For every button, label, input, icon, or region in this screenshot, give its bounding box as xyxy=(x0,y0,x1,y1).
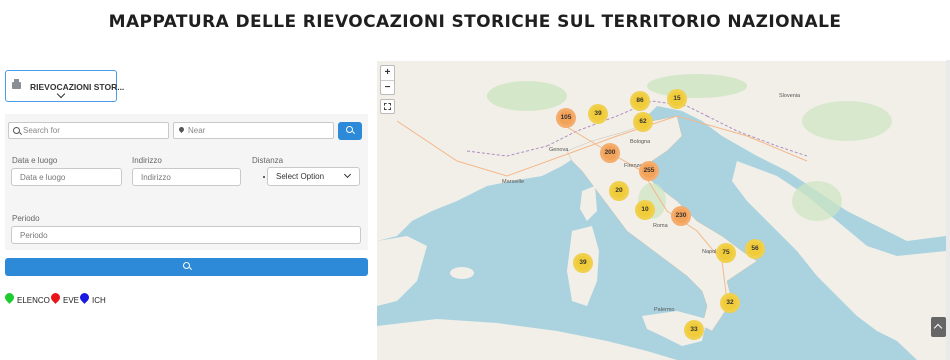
red-marker-icon xyxy=(49,291,62,304)
map-cluster[interactable]: 255 xyxy=(639,161,659,181)
map-tiles xyxy=(377,61,946,360)
map-cluster[interactable]: 20 xyxy=(609,181,629,201)
keyword-search-field[interactable] xyxy=(8,122,169,139)
location-pin-icon xyxy=(177,125,186,134)
keyword-search-input[interactable] xyxy=(23,124,163,137)
period-field[interactable] xyxy=(11,226,361,244)
fullscreen-button[interactable] xyxy=(380,99,395,114)
map-cluster[interactable]: 75 xyxy=(716,243,736,263)
chevron-down-icon xyxy=(343,170,352,179)
distance-select[interactable]: Select Option xyxy=(267,167,360,186)
map-cluster[interactable]: 33 xyxy=(684,320,704,340)
map-label: Roma xyxy=(653,223,668,229)
search-icon xyxy=(183,262,190,269)
zoom-in-button[interactable]: + xyxy=(381,66,394,80)
distance-label: Distanza xyxy=(252,156,284,165)
map-cluster[interactable]: 39 xyxy=(573,253,593,273)
search-button[interactable] xyxy=(338,122,362,140)
map-cluster[interactable]: 32 xyxy=(720,293,740,313)
period-input[interactable] xyxy=(20,229,350,241)
map-cluster[interactable]: 10 xyxy=(635,200,655,220)
map-cluster[interactable]: 56 xyxy=(745,239,765,259)
address-field[interactable] xyxy=(132,168,241,186)
building-icon xyxy=(12,79,21,89)
page-scrollbar[interactable] xyxy=(946,60,950,360)
zoom-control: + − xyxy=(380,65,395,95)
period-label: Periodo xyxy=(12,214,40,223)
map-cluster[interactable]: 105 xyxy=(556,108,576,128)
map-cluster[interactable]: 230 xyxy=(671,206,691,226)
map-cluster[interactable]: 62 xyxy=(633,112,653,132)
category-select[interactable]: RIEVOCAZIONI STOR... xyxy=(5,70,124,102)
category-select-label: RIEVOCAZIONI STOR... xyxy=(30,82,125,92)
map-label: Genova xyxy=(549,147,569,153)
map-cluster[interactable]: 200 xyxy=(600,143,620,163)
green-marker-icon xyxy=(3,291,16,304)
map-label: Palermo xyxy=(654,307,675,313)
page-title: MAPPATURA DELLE RIEVOCAZIONI STORICHE SU… xyxy=(108,12,842,32)
map-label: Slovenia xyxy=(779,93,801,99)
date-input[interactable] xyxy=(20,171,115,183)
near-search-field[interactable] xyxy=(173,122,334,139)
address-label: Indirizzo xyxy=(132,156,162,165)
map-cluster[interactable]: 39 xyxy=(588,104,608,124)
search-icon xyxy=(13,127,20,134)
bullet-dot xyxy=(263,176,265,178)
scroll-to-top-button[interactable] xyxy=(931,317,946,337)
distance-select-value: Select Option xyxy=(276,172,325,181)
date-field[interactable] xyxy=(11,168,122,186)
search-icon xyxy=(346,126,353,133)
land-baleares xyxy=(450,267,474,279)
near-search-input[interactable] xyxy=(188,124,328,137)
fullscreen-icon xyxy=(384,103,391,110)
map-view[interactable]: Slovenia Bologna Firenze Genova Marseill… xyxy=(377,61,946,360)
map-cluster[interactable]: 15 xyxy=(667,89,687,109)
legend-label: ICH xyxy=(92,296,106,305)
zoom-out-button[interactable]: − xyxy=(381,80,394,95)
filter-panel: Data e luogo Indirizzo Distanza Select O… xyxy=(5,114,368,250)
blue-marker-icon xyxy=(78,291,91,304)
legend-label: EVE xyxy=(63,296,80,305)
map-label: Bologna xyxy=(630,139,651,145)
address-input[interactable] xyxy=(141,171,236,183)
legend-label: ELENCO xyxy=(17,296,50,305)
map-cluster[interactable]: 86 xyxy=(630,91,650,111)
map-label: Marseille xyxy=(502,179,525,185)
date-label: Data e luogo xyxy=(12,156,58,165)
submit-search-button[interactable] xyxy=(5,258,368,276)
